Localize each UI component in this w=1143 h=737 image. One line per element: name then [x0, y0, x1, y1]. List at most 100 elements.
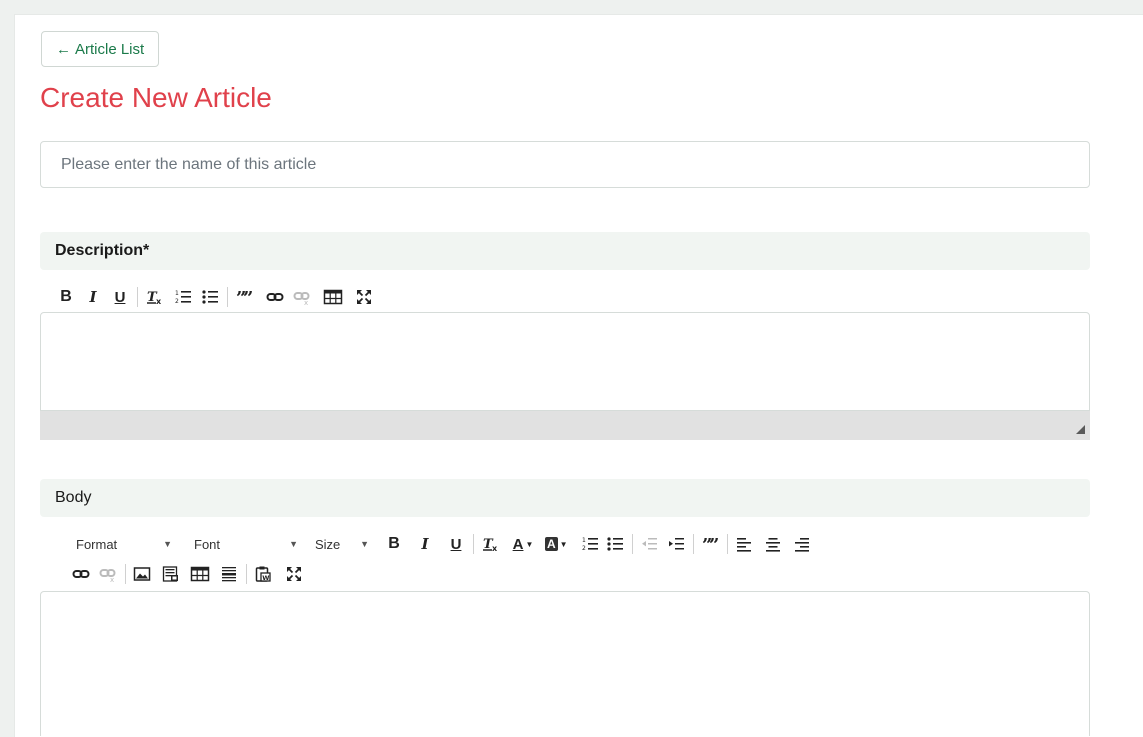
remove-format-button[interactable]: Tx: [143, 286, 165, 308]
paste-from-word-button[interactable]: W: [252, 563, 274, 585]
align-left-icon: [736, 538, 751, 552]
svg-text:1: 1: [582, 537, 586, 544]
caret-down-icon: ▼: [559, 539, 568, 549]
unlink-icon: x: [293, 292, 310, 306]
table-button[interactable]: [189, 563, 211, 585]
numbered-list-icon: 12: [175, 290, 191, 305]
horizontal-line-icon: [222, 567, 236, 582]
svg-text:x: x: [492, 544, 498, 553]
article-list-label: Article List: [75, 40, 145, 58]
article-list-button[interactable]: ← Article List: [41, 31, 160, 67]
description-editor[interactable]: [40, 312, 1090, 411]
link-button[interactable]: [70, 563, 92, 585]
link-icon: [266, 293, 284, 301]
blockquote-button[interactable]: ””: [699, 533, 721, 555]
svg-text:2: 2: [582, 545, 586, 552]
underline-button[interactable]: U: [445, 533, 467, 555]
outdent-icon: [641, 538, 657, 550]
align-center-icon: [765, 538, 780, 552]
indent-button[interactable]: [665, 533, 687, 555]
caret-down-icon: ▼: [289, 539, 298, 549]
description-statusbar: [40, 411, 1090, 440]
unlink-button[interactable]: x: [97, 563, 119, 585]
arrow-left-icon: ←: [56, 40, 71, 58]
font-dropdown[interactable]: Font ▼: [188, 533, 304, 555]
numbered-list-icon: 12: [582, 537, 598, 552]
bold-button[interactable]: B: [383, 533, 405, 555]
caret-down-icon: ▼: [360, 539, 369, 549]
body-header: Body: [40, 479, 1090, 517]
toolbar-separator: [692, 534, 694, 554]
bulleted-list-button[interactable]: [199, 286, 221, 308]
table-icon: [190, 566, 210, 582]
description-toolbar: B I U Tx 12 ”” x: [55, 286, 376, 308]
body-editor[interactable]: [40, 591, 1090, 736]
bulleted-list-button[interactable]: [604, 533, 626, 555]
blockquote-icon: ””: [236, 288, 253, 306]
text-color-button[interactable]: A ▼: [512, 533, 534, 555]
description-label: Description*: [55, 242, 150, 259]
image-icon: [133, 567, 151, 581]
background-color-button[interactable]: A ▼: [545, 533, 568, 555]
unlink-icon: x: [99, 569, 116, 583]
remove-format-icon: Tx: [483, 537, 498, 553]
svg-text:1: 1: [175, 290, 179, 297]
underline-button[interactable]: U: [109, 286, 131, 308]
align-right-icon: [794, 538, 809, 552]
numbered-list-button[interactable]: 12: [579, 533, 601, 555]
align-left-button[interactable]: [733, 533, 755, 555]
description-header: Description*: [40, 232, 1090, 270]
link-icon: [72, 570, 90, 578]
table-button[interactable]: [322, 286, 344, 308]
body-label: Body: [55, 489, 92, 506]
table-icon: [323, 289, 343, 305]
maximize-button[interactable]: [283, 563, 305, 585]
link-button[interactable]: [264, 286, 286, 308]
caret-down-icon: ▼: [525, 539, 534, 549]
bulleted-list-icon: [202, 290, 218, 304]
maximize-icon: [287, 567, 301, 581]
toolbar-separator: [631, 534, 633, 554]
horizontal-line-button[interactable]: [218, 563, 240, 585]
italic-button[interactable]: I: [82, 286, 104, 308]
blockquote-icon: ””: [702, 535, 719, 553]
svg-text:”: ”: [243, 288, 253, 306]
paste-word-icon: W: [255, 566, 271, 582]
toolbar-separator: [473, 534, 474, 554]
svg-text:x: x: [304, 299, 308, 306]
format-dropdown[interactable]: Format ▼: [70, 533, 178, 555]
page-title: Create New Article: [40, 82, 272, 113]
toolbar-separator: [246, 564, 247, 584]
remove-format-icon: Tx: [147, 290, 162, 306]
svg-text:x: x: [156, 297, 162, 306]
blockquote-button[interactable]: ””: [233, 286, 255, 308]
resize-handle-icon[interactable]: [1076, 425, 1085, 434]
toolbar-separator: [726, 534, 728, 554]
svg-text:”: ”: [709, 535, 719, 553]
toolbar-separator: [227, 287, 228, 307]
embed-icon: [162, 566, 178, 582]
indent-icon: [668, 538, 684, 550]
toolbar-separator: [125, 564, 126, 584]
size-dropdown[interactable]: Size ▼: [309, 533, 375, 555]
maximize-icon: [357, 290, 371, 304]
svg-text:x: x: [110, 576, 114, 583]
toolbar-separator: [137, 287, 138, 307]
body-toolbar-row-2: x W: [70, 563, 306, 585]
remove-format-button[interactable]: Tx: [479, 533, 501, 555]
align-right-button[interactable]: [791, 533, 813, 555]
bulleted-list-icon: [606, 537, 623, 551]
unlink-button[interactable]: x: [291, 286, 313, 308]
italic-button[interactable]: I: [414, 533, 436, 555]
svg-text:W: W: [262, 574, 269, 582]
body-toolbar-row-1: Format ▼ Font ▼ Size ▼ B I U Tx A ▼ A ▼ 12 ””: [70, 533, 814, 555]
maximize-button[interactable]: [353, 286, 375, 308]
image-button[interactable]: [131, 563, 153, 585]
outdent-button[interactable]: [638, 533, 660, 555]
article-name-input[interactable]: [40, 141, 1090, 188]
align-center-button[interactable]: [762, 533, 784, 555]
bold-button[interactable]: B: [55, 286, 77, 308]
caret-down-icon: ▼: [163, 539, 172, 549]
embed-button[interactable]: [160, 563, 182, 585]
numbered-list-button[interactable]: 12: [172, 286, 194, 308]
